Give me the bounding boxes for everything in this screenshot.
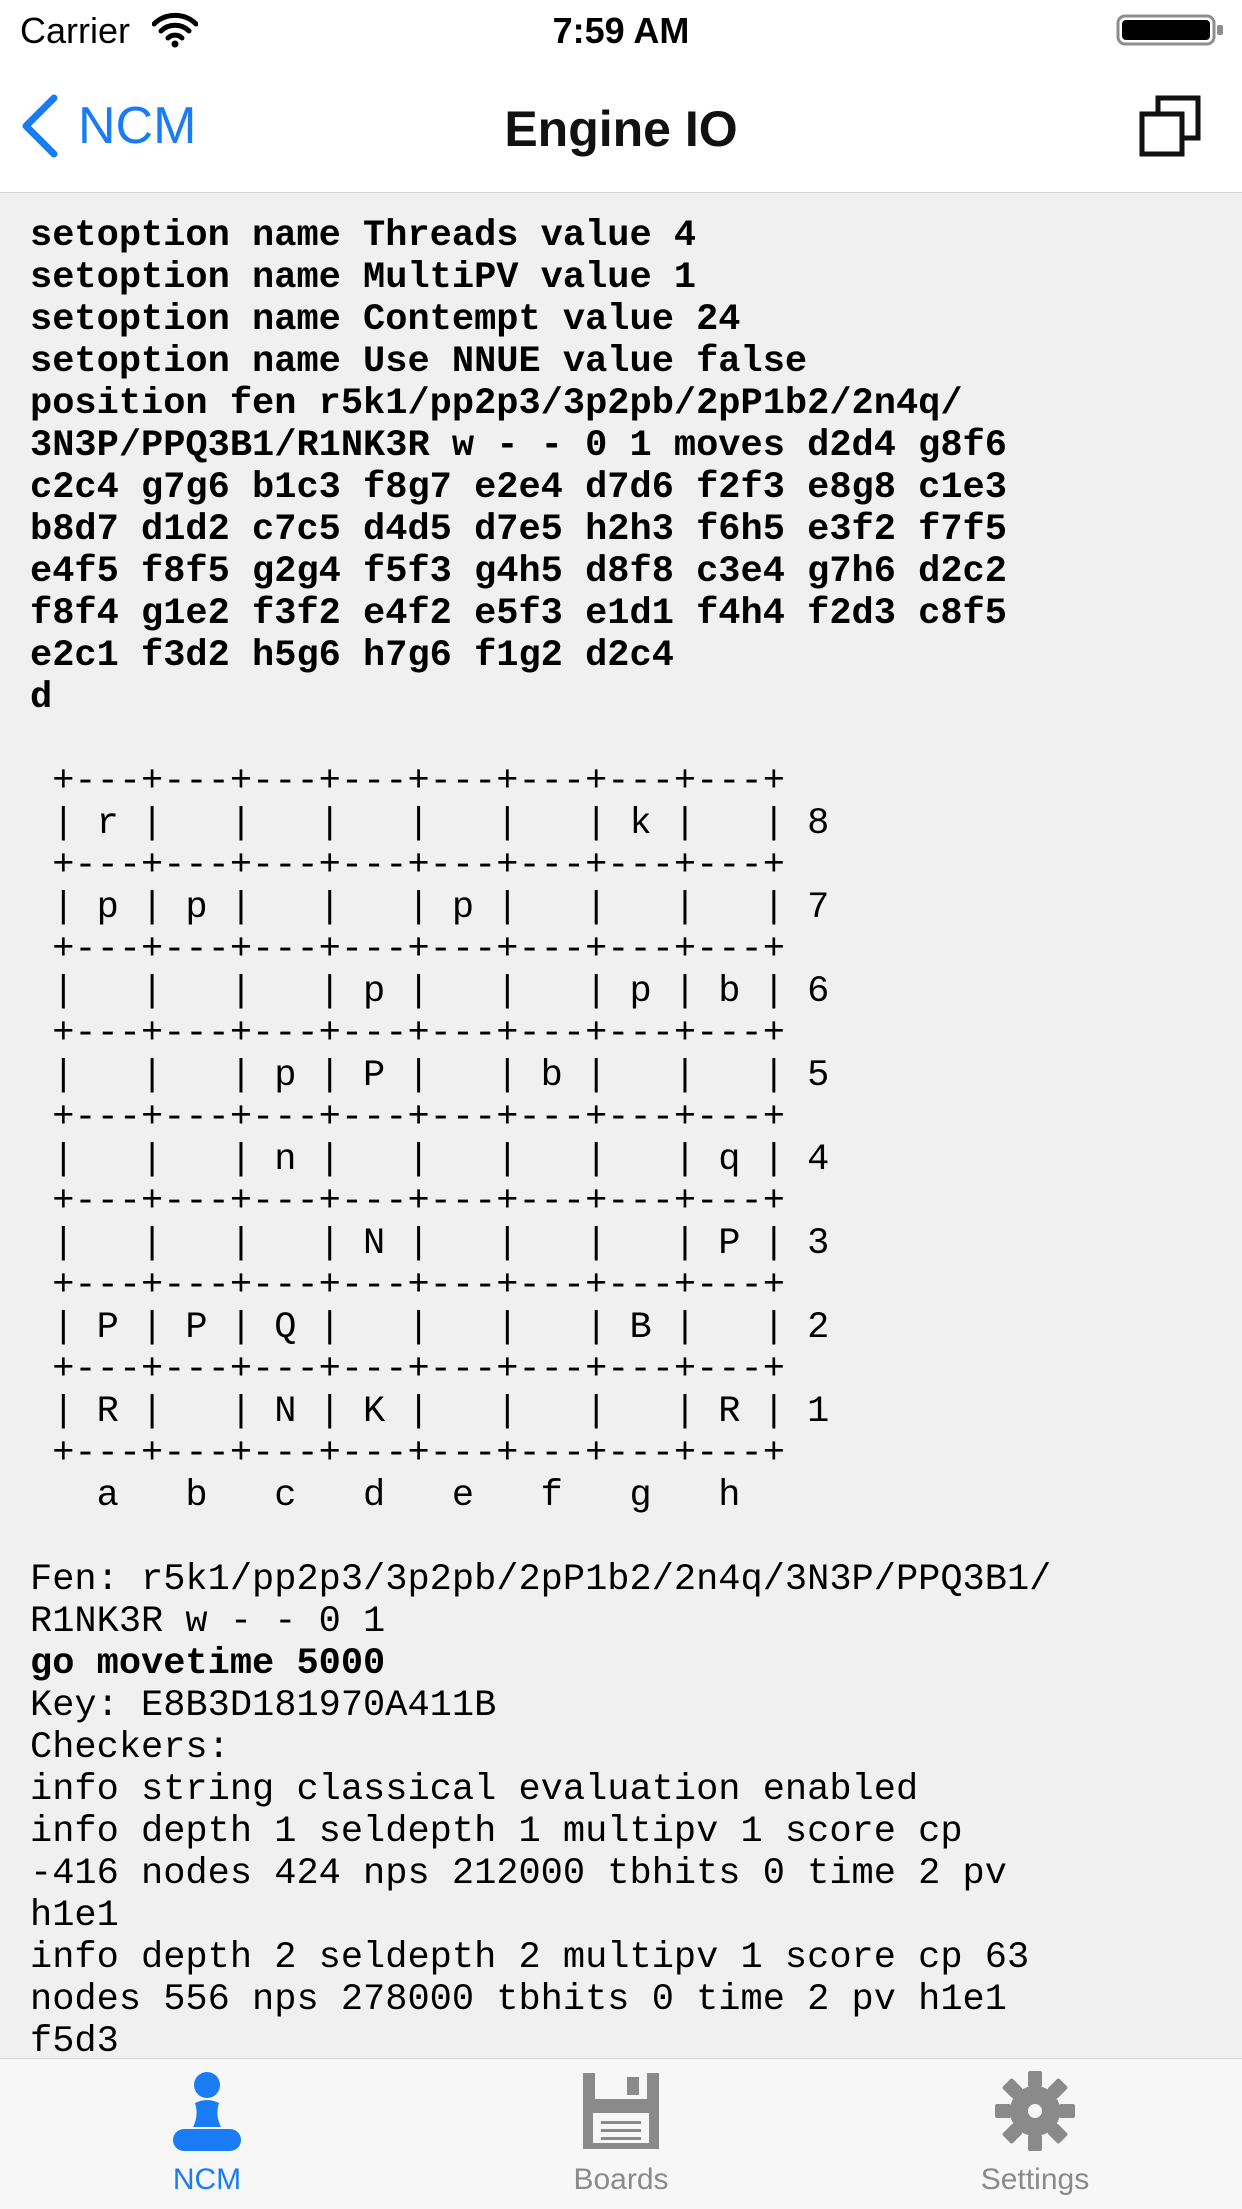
console-line: e4f5 f8f5 g2g4 f5f3 g4h5 d8f8 c3e4 g7h6 …	[30, 551, 1007, 593]
console-line: info depth 1 seldepth 1 multipv 1 score …	[30, 1811, 963, 1853]
console-line: h1e1	[30, 1895, 119, 1937]
console-line: info depth 2 seldepth 2 multipv 1 score …	[30, 1937, 1030, 1979]
console-line: f8f4 g1e2 f3f2 e4f2 e5f3 e1d1 f4h4 f2d3 …	[30, 593, 1007, 635]
console-line: +---+---+---+---+---+---+---+---+	[30, 761, 785, 803]
pawn-icon	[173, 2072, 241, 2151]
console-line: e2c1 f3d2 h5g6 h7g6 f1g2 d2c4	[30, 635, 674, 677]
console-line: +---+---+---+---+---+---+---+---+	[30, 1265, 785, 1307]
console-line: | P | P | Q | | | | B | | 2	[30, 1307, 830, 1349]
floppy-disk-icon	[583, 2073, 659, 2149]
console-line: | | | p | P | | b | | | 5	[30, 1055, 830, 1097]
engine-output-console[interactable]: setoption name Threads value 4 setoption…	[0, 193, 1242, 2058]
console-line: d	[30, 677, 53, 719]
console-line: f5d3	[30, 2021, 119, 2058]
console-line: | r | | | | | | k | | 8	[30, 803, 830, 845]
console-line: +---+---+---+---+---+---+---+---+	[30, 1349, 785, 1391]
tab-settings[interactable]: Settings	[828, 2059, 1242, 2209]
console-line: nodes 556 nps 278000 tbhits 0 time 2 pv …	[30, 1979, 1007, 2021]
console-line: | | | n | | | | | q | 4	[30, 1139, 830, 1181]
tab-bar: NCM Boards Settings	[0, 2058, 1242, 2209]
console-line: +---+---+---+---+---+---+---+---+	[30, 1433, 785, 1475]
console-line: +---+---+---+---+---+---+---+---+	[30, 1181, 785, 1223]
console-line: Key: E8B3D181970A411B	[30, 1685, 497, 1727]
tab-boards-label: Boards	[573, 2163, 669, 2196]
console-line: R1NK3R w - - 0 1	[30, 1601, 386, 1643]
console-line: a b c d e f g h	[30, 1475, 741, 1517]
console-line: | p | p | | | p | | | | 7	[30, 887, 830, 929]
console-line: | R | | N | K | | | | R | 1	[30, 1391, 830, 1433]
console-line: +---+---+---+---+---+---+---+---+	[30, 1013, 785, 1055]
battery-icon	[1116, 14, 1223, 46]
console-line: | | | | N | | | | P | 3	[30, 1223, 830, 1265]
status-bar: Carrier 7:59 AM	[0, 0, 1242, 60]
tab-ncm[interactable]: NCM	[0, 2059, 414, 2209]
copy-icon[interactable]	[1138, 94, 1202, 158]
console-line: -416 nodes 424 nps 212000 tbhits 0 time …	[30, 1853, 1007, 1895]
tab-ncm-label: NCM	[172, 2163, 242, 2196]
console-line: | | | | p | | | p | b | 6	[30, 971, 830, 1013]
page-title: Engine IO	[504, 101, 738, 157]
console-line: Fen: r5k1/pp2p3/3p2pb/2pP1b2/2n4q/3N3P/P…	[30, 1559, 1052, 1601]
console-line: Checkers:	[30, 1727, 230, 1769]
console-line: b8d7 d1d2 c7c5 d4d5 d7e5 h2h3 f6h5 e3f2 …	[30, 509, 1007, 551]
console-line: +---+---+---+---+---+---+---+---+	[30, 1097, 785, 1139]
tab-settings-label: Settings	[980, 2163, 1090, 2196]
tab-boards[interactable]: Boards	[414, 2059, 828, 2209]
console-line: info string classical evaluation enabled	[30, 1769, 919, 1811]
console-line: +---+---+---+---+---+---+---+---+	[30, 929, 785, 971]
status-time: 7:59 AM	[552, 10, 690, 51]
console-line: setoption name Use NNUE value false	[30, 341, 808, 383]
console-line: position fen r5k1/pp2p3/3p2pb/2pP1b2/2n4…	[30, 383, 963, 425]
console-line: 3N3P/PPQ3B1/R1NK3R w - - 0 1 moves d2d4 …	[30, 425, 1007, 467]
navigation-bar: NCM Engine IO	[0, 60, 1242, 193]
console-line: setoption name Contempt value 24	[30, 299, 741, 341]
console-line: +---+---+---+---+---+---+---+---+	[30, 845, 785, 887]
gear-icon	[995, 2071, 1075, 2151]
console-line: c2c4 g7g6 b1c3 f8g7 e2e4 d7d6 f2f3 e8g8 …	[30, 467, 1007, 509]
console-line: setoption name MultiPV value 1	[30, 257, 697, 299]
console-line: go movetime 5000	[30, 1643, 386, 1685]
engine-output-text: setoption name Threads value 4 setoption…	[0, 193, 1242, 2058]
console-line: setoption name Threads value 4	[30, 215, 697, 257]
